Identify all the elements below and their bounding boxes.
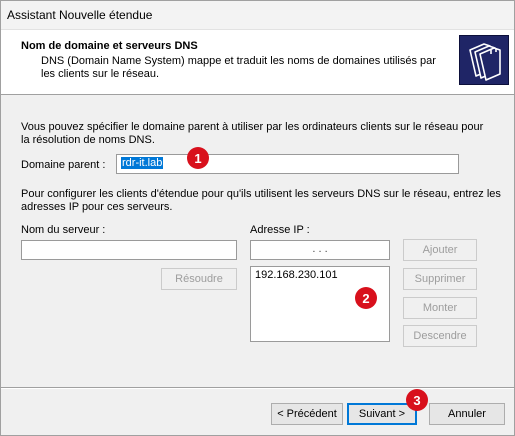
step-marker-3: 3 [406, 389, 428, 411]
move-down-button[interactable]: Descendre [403, 325, 477, 347]
ip-address-label: Adresse IP : [250, 224, 310, 236]
resolve-button[interactable]: Résoudre [161, 268, 237, 290]
next-button[interactable]: Suivant > [347, 403, 417, 425]
remove-button[interactable]: Supprimer [403, 268, 477, 290]
back-button[interactable]: < Précédent [271, 403, 343, 425]
header-title: Nom de domaine et serveurs DNS [21, 40, 198, 52]
wizard-window: Assistant Nouvelle étendue Nom de domain… [0, 0, 515, 436]
parent-domain-input[interactable]: rdr-it.lab [116, 154, 459, 174]
dns-servers-intro: Pour configurer les clients d'étendue po… [21, 188, 501, 213]
window-title: Assistant Nouvelle étendue [1, 1, 514, 29]
footer-separator [1, 387, 514, 389]
step-marker-1: 1 [187, 147, 209, 169]
header-band: Nom de domaine et serveurs DNS DNS (Doma… [1, 29, 514, 95]
server-name-label: Nom du serveur : [21, 224, 106, 236]
move-up-button[interactable]: Monter [403, 297, 477, 319]
parent-domain-label: Domaine parent : [21, 159, 106, 171]
ip-address-input[interactable]: . . . [250, 240, 390, 260]
cancel-button[interactable]: Annuler [429, 403, 505, 425]
parent-domain-value: rdr-it.lab [121, 157, 164, 169]
step-marker-2: 2 [355, 287, 377, 309]
parent-domain-intro: Vous pouvez spécifier le domaine parent … [21, 121, 484, 146]
folders-icon [459, 35, 509, 85]
ip-list-item[interactable]: 192.168.230.101 [255, 269, 385, 282]
header-description: DNS (Domain Name System) mappe et tradui… [41, 55, 436, 80]
server-name-input[interactable] [21, 240, 237, 260]
add-button[interactable]: Ajouter [403, 239, 477, 261]
